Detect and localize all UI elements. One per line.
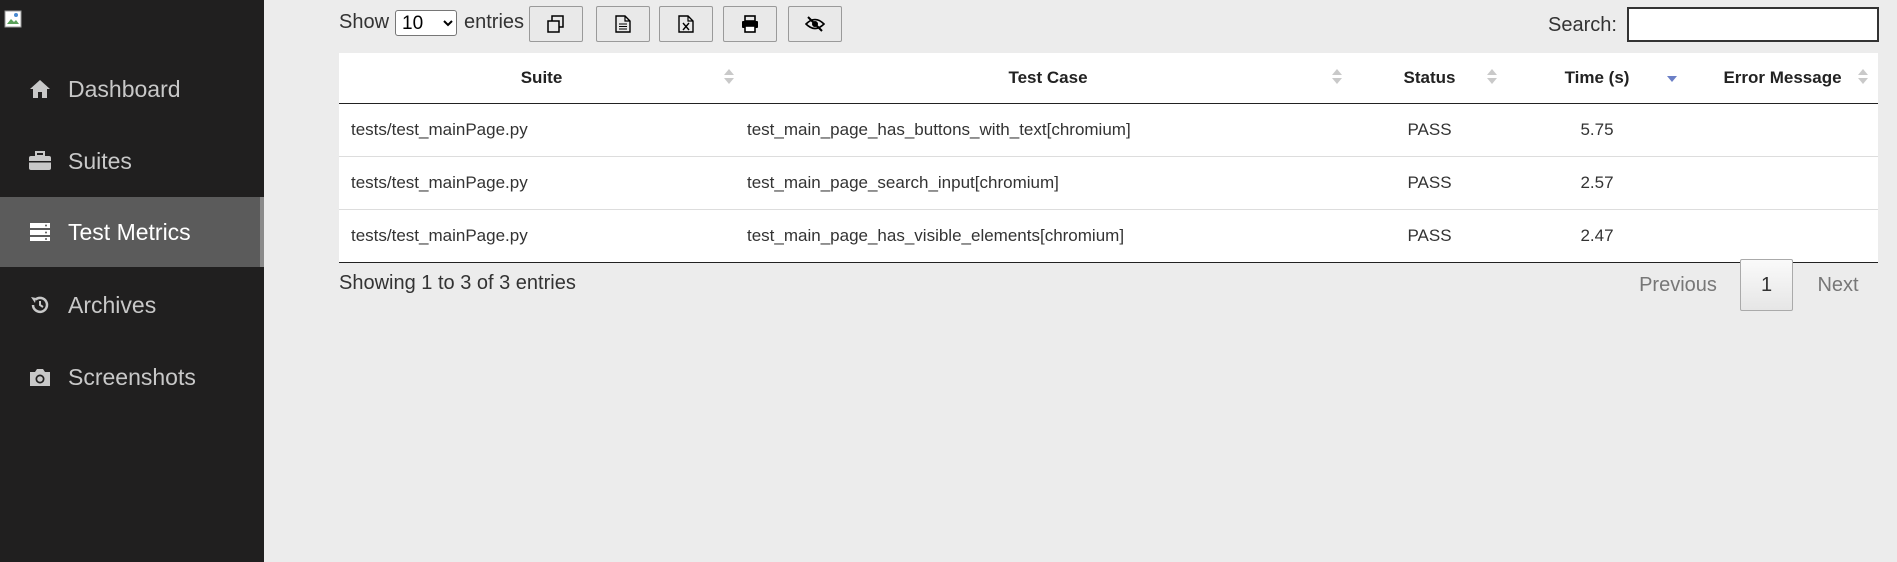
column-header-time[interactable]: Time (s) <box>1507 53 1687 104</box>
excel-button[interactable] <box>659 6 713 42</box>
sidebar-item-dashboard[interactable]: Dashboard <box>0 54 264 124</box>
sidebar-item-label: Dashboard <box>68 75 181 102</box>
sidebar-item-label: Test Metrics <box>68 218 191 245</box>
table-header-row: Suite Test Case Status Time (s) Error Me… <box>339 53 1878 104</box>
cell-time: 2.57 <box>1507 156 1687 210</box>
cell-suite: tests/test_mainPage.py <box>339 156 744 210</box>
broken-image-icon <box>4 10 22 28</box>
cell-error <box>1687 209 1878 263</box>
cell-error <box>1687 103 1878 157</box>
print-icon <box>742 15 758 33</box>
sidebar: Dashboard Suites Test Metrics Archives S… <box>0 0 264 562</box>
sort-icon <box>1487 69 1497 85</box>
cell-status: PASS <box>1352 156 1507 210</box>
home-icon <box>28 77 52 101</box>
sidebar-item-screenshots[interactable]: Screenshots <box>0 342 264 412</box>
cell-test-case: test_main_page_search_input[chromium] <box>744 156 1352 210</box>
print-button[interactable] <box>723 6 777 42</box>
results-table: Suite Test Case Status Time (s) Error Me… <box>339 53 1878 263</box>
cell-status: PASS <box>1352 209 1507 263</box>
camera-icon <box>28 365 52 389</box>
sort-desc-icon <box>1667 69 1677 85</box>
excel-icon <box>678 15 694 33</box>
cell-test-case: test_main_page_has_buttons_with_text[chr… <box>744 103 1352 157</box>
column-header-status[interactable]: Status <box>1352 53 1507 104</box>
copy-icon <box>547 15 564 33</box>
csv-button[interactable] <box>596 6 650 42</box>
table-row: tests/test_mainPage.py test_main_page_ha… <box>339 103 1878 157</box>
column-header-error-message[interactable]: Error Message <box>1687 53 1878 104</box>
cell-suite: tests/test_mainPage.py <box>339 103 744 157</box>
cell-time: 2.47 <box>1507 209 1687 263</box>
cell-status: PASS <box>1352 103 1507 157</box>
sidebar-item-suites[interactable]: Suites <box>0 126 264 196</box>
next-button[interactable]: Next <box>1805 259 1871 311</box>
sort-icon <box>1858 69 1868 85</box>
eye-slash-icon <box>805 16 825 32</box>
search-input[interactable] <box>1627 7 1879 42</box>
table-row: tests/test_mainPage.py test_main_page_ha… <box>339 209 1878 263</box>
page-length-select[interactable]: 10 25 50 100 <box>395 10 457 36</box>
history-icon <box>28 293 52 317</box>
column-header-suite[interactable]: Suite <box>339 53 744 104</box>
cell-error <box>1687 156 1878 210</box>
column-header-test-case[interactable]: Test Case <box>744 53 1352 104</box>
sidebar-item-label: Screenshots <box>68 363 196 390</box>
sidebar-item-archives[interactable]: Archives <box>0 270 264 340</box>
table-info: Showing 1 to 3 of 3 entries <box>339 272 576 294</box>
page-button-1[interactable]: 1 <box>1740 259 1793 311</box>
csv-icon <box>615 15 631 33</box>
cell-test-case: test_main_page_has_visible_elements[chro… <box>744 209 1352 263</box>
cell-suite: tests/test_mainPage.py <box>339 209 744 263</box>
sidebar-item-label: Archives <box>68 291 157 318</box>
sidebar-item-label: Suites <box>68 147 132 174</box>
previous-button[interactable]: Previous <box>1628 259 1728 311</box>
search-label: Search: <box>1548 14 1617 36</box>
server-icon <box>28 220 52 244</box>
copy-button[interactable] <box>529 6 583 42</box>
column-visibility-button[interactable] <box>788 6 842 42</box>
table-row: tests/test_mainPage.py test_main_page_se… <box>339 156 1878 210</box>
sort-icon <box>724 69 734 85</box>
sidebar-item-test-metrics[interactable]: Test Metrics <box>0 197 264 267</box>
sort-icon <box>1332 69 1342 85</box>
briefcase-icon <box>28 149 52 173</box>
show-label: Show <box>339 11 390 33</box>
entries-label: entries <box>464 11 525 33</box>
cell-time: 5.75 <box>1507 103 1687 157</box>
